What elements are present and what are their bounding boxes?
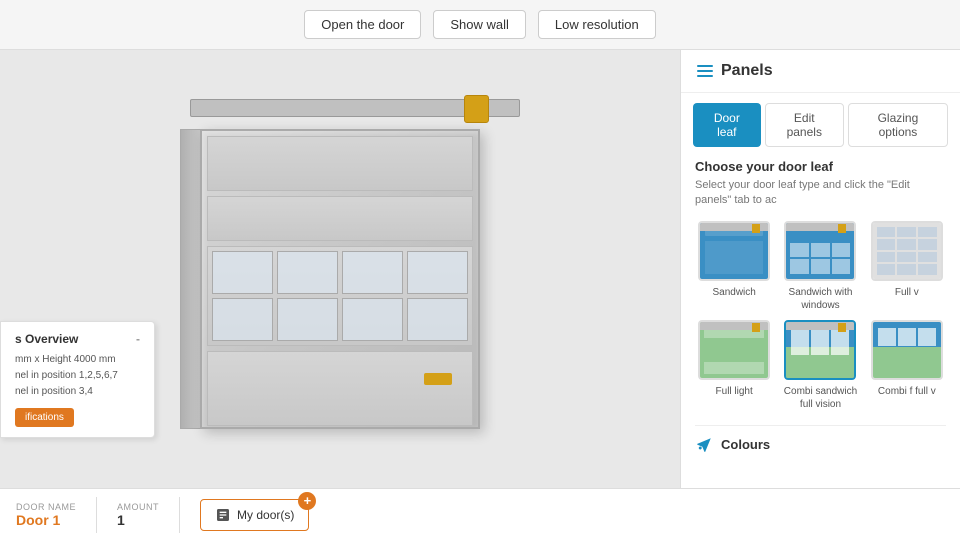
viewport: s Overview - mm x Height 4000 mm nel in …: [0, 50, 680, 488]
overview-collapse-btn[interactable]: -: [136, 332, 140, 346]
tab-edit-panels[interactable]: Edit panels: [765, 103, 844, 147]
my-doors-button[interactable]: My door(s) +: [200, 499, 309, 531]
leaf-thumb-full-vision: [871, 221, 943, 281]
thumb-sandwich-windows: [786, 223, 854, 279]
thumb-combi-full: [873, 322, 941, 378]
leaf-thumb-sandwich-windows: [784, 221, 856, 281]
divider: [179, 497, 180, 533]
leaf-label-sandwich-windows: Sandwich with windows: [781, 286, 859, 312]
specifications-button[interactable]: ifications: [15, 408, 74, 427]
thumb-full-vision: [873, 223, 941, 279]
leaf-item-sandwich-windows[interactable]: Sandwich with windows: [781, 221, 859, 312]
thumb-motor: [838, 224, 846, 233]
my-doors-label: My door(s): [237, 508, 294, 522]
leaf-item-full-light[interactable]: Full light: [695, 320, 773, 411]
door-window-cell: [342, 251, 403, 294]
open-door-button[interactable]: Open the door: [304, 10, 421, 39]
door-track: [190, 99, 520, 117]
thumb-motor: [752, 224, 760, 233]
door-3d-view: [180, 99, 500, 439]
top-toolbar: Open the door Show wall Low resolution: [0, 0, 960, 50]
main-content: s Overview - mm x Height 4000 mm nel in …: [0, 50, 960, 488]
door-name-label: DOOR NAME: [16, 502, 76, 512]
leaf-label-combi-sandwich: Combi sandwich full vision: [781, 385, 859, 411]
plus-badge: +: [298, 492, 316, 510]
right-panel: Panels Door leaf Edit panels Glazing opt…: [680, 50, 960, 488]
leaf-thumb-combi-sandwich: [784, 320, 856, 380]
door-window-cell: [277, 251, 338, 294]
thumb-sandwich: [700, 223, 768, 279]
door-window-cell: [342, 298, 403, 341]
amount-label: AMOUNT: [117, 502, 159, 512]
leaf-label-sandwich: Sandwich: [712, 286, 755, 299]
overview-line3: nel in position 3,4: [15, 384, 140, 400]
panel-title: Panels: [721, 62, 773, 80]
tab-glazing-options[interactable]: Glazing options: [848, 103, 948, 147]
low-resolution-button[interactable]: Low resolution: [538, 10, 656, 39]
right-panel-header: Panels: [681, 50, 960, 93]
door-panel-top: [207, 136, 473, 191]
leaf-item-combi-sandwich[interactable]: Combi sandwich full vision: [781, 320, 859, 411]
colours-header: Colours: [695, 436, 946, 454]
door-leaf-grid: Sandwich: [695, 221, 946, 411]
thumb-full-light: [700, 322, 768, 378]
leaf-label-full-light: Full light: [716, 385, 753, 398]
amount-field: AMOUNT 1: [117, 502, 159, 528]
door-window-cell: [212, 298, 273, 341]
leaf-thumb-sandwich: [698, 221, 770, 281]
bottom-bar: DOOR NAME Door 1 AMOUNT 1 My door(s) +: [0, 488, 960, 540]
door-panel-middle: [207, 196, 473, 241]
door-window-cell: [407, 298, 468, 341]
leaf-label-combi-full: Combi f full v: [878, 385, 936, 398]
door-motor: [464, 95, 489, 123]
section-subtitle: Select your door leaf type and click the…: [695, 178, 946, 209]
divider: [96, 497, 97, 533]
show-wall-button[interactable]: Show wall: [433, 10, 526, 39]
thumb-motor: [838, 323, 846, 332]
door-window-cell: [277, 298, 338, 341]
overview-details: mm x Height 4000 mm nel in position 1,2,…: [15, 352, 140, 400]
overview-panel: s Overview - mm x Height 4000 mm nel in …: [0, 321, 155, 438]
door-windows-section: [207, 246, 473, 346]
door-panel-bottom: [207, 351, 473, 426]
door-window-cell: [212, 251, 273, 294]
amount-value: 1: [117, 512, 159, 528]
tab-door-leaf[interactable]: Door leaf: [693, 103, 761, 147]
door-icon: [215, 507, 231, 523]
door-window-cell: [407, 251, 468, 294]
panel-content: Choose your door leaf Select your door l…: [681, 147, 960, 488]
tabs-row: Door leaf Edit panels Glazing options: [681, 93, 960, 147]
door-left-wall: [180, 129, 202, 429]
leaf-item-full-vision[interactable]: Full v: [868, 221, 946, 312]
leaf-label-full-vision: Full v: [895, 286, 919, 299]
colours-title: Colours: [721, 437, 770, 452]
paint-icon: [695, 436, 713, 454]
leaf-thumb-full-light: [698, 320, 770, 380]
overview-title-text: s Overview: [15, 332, 78, 346]
door-frame: [200, 129, 480, 429]
section-title: Choose your door leaf: [695, 159, 946, 174]
door-name-field: DOOR NAME Door 1: [16, 502, 76, 528]
hamburger-icon[interactable]: [697, 65, 713, 77]
leaf-item-combi-full[interactable]: Combi f full v: [868, 320, 946, 411]
leaf-thumb-combi-full: [871, 320, 943, 380]
overview-line2: nel in position 1,2,5,6,7: [15, 368, 140, 384]
thumb-motor: [752, 323, 760, 332]
overview-title: s Overview -: [15, 332, 140, 346]
door-name-value: Door 1: [16, 512, 76, 528]
leaf-item-sandwich[interactable]: Sandwich: [695, 221, 773, 312]
colours-section: Colours: [695, 425, 946, 454]
thumb-sw-windows: [790, 243, 850, 274]
thumb-combi-sandwich: [786, 322, 854, 378]
door-brand-badge: [424, 373, 452, 385]
overview-line1: mm x Height 4000 mm: [15, 352, 140, 368]
